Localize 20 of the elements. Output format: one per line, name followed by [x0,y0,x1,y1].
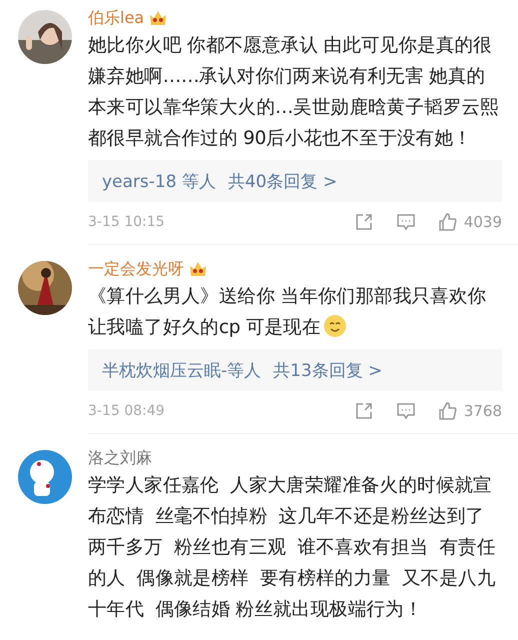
timestamp: 3-15 08:49 [88,403,166,419]
like-count: 4039 [464,213,502,231]
timestamp: 3-15 10:15 [88,214,166,230]
comment-text: 学学人家任嘉伦 人家大唐荣耀准备火的时候就宣布恋情 丝毫不怕掉粉 这几年不还是粉丝达到了两千多万 粉丝也有三观 谁不喜欢有担当 有责任的人 偶像就是榜样 要有榜样的力量 又不是八九十年代 偶像结婚 粉丝就出现极端行为！ [88,475,496,620]
comment-text: 《算什么男人》送给你 当年你们那部我只喜欢你让我嗑了好久的cp 可是现在 [88,286,486,338]
like-count: 3768 [464,402,502,420]
username[interactable]: 洛之刘麻 [88,448,152,468]
vip-crown-icon [188,260,208,278]
comment-icon[interactable] [396,212,416,232]
thumbs-up-icon[interactable] [438,401,458,421]
username[interactable]: 伯乐lea [88,8,144,28]
username[interactable]: 一定会发光呀 [88,258,184,280]
comment-icon[interactable] [396,401,416,421]
replies-link[interactable]: years-18 等人 共40条回复 > [88,160,502,202]
replies-link[interactable]: 半枕炊烟压云眠-等人 共13条回复 > [88,349,502,391]
comment-text: 她比你火吧 你都不愿意承认 由此可见你是真的很嫌弃她啊……承认对你们两来说有利无害 她真的本来可以靠华策大火的…吴世勋鹿晗黄子韬罗云熙都很早就合作过的 90后小花也不至于没有她！ [88,35,499,149]
share-icon[interactable] [354,212,374,232]
thumbs-up-icon[interactable] [438,212,458,232]
share-icon[interactable] [354,401,374,421]
vip-crown-icon [148,9,168,27]
